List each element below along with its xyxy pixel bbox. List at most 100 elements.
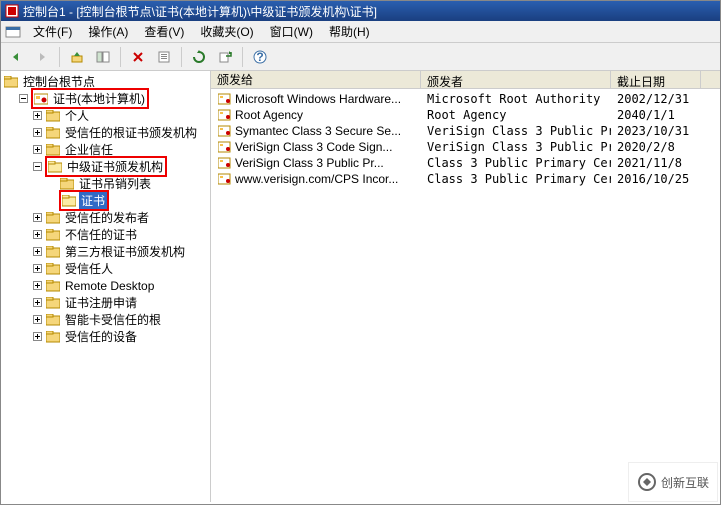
expand-icon[interactable] [31,280,43,292]
up-button[interactable] [66,46,88,68]
folder-icon [45,262,61,276]
col-expiry[interactable]: 截止日期 [611,71,701,88]
tree-untrusted-certs[interactable]: 不信任的证书 [3,226,208,243]
folder-open-icon [47,160,63,174]
tree-intermediate-ca[interactable]: 中级证书颁发机构 [3,158,208,175]
tree-intermediate-label: 中级证书颁发机构 [65,158,165,175]
cell-issued-by: Microsoft Root Authority [421,92,611,106]
toolbar-separator [181,47,182,67]
list-row[interactable]: www.verisign.com/CPS Incor...Class 3 Pub… [211,171,720,187]
tree-3rd-root-label: 第三方根证书颁发机构 [63,243,187,260]
tree-trusted-pub-label: 受信任的发布者 [63,209,151,226]
tree-smartcard-root[interactable]: 智能卡受信任的根 [3,311,208,328]
delete-button[interactable] [127,46,149,68]
highlight-box: 证书 [59,190,109,211]
export-button[interactable] [214,46,236,68]
expand-icon[interactable] [31,331,43,343]
expand-icon[interactable] [31,144,43,156]
list-row[interactable]: Microsoft Windows Hardware... Microsoft R… [211,91,720,107]
cell-expiry: 2016/10/25 [611,172,701,186]
forward-button[interactable] [31,46,53,68]
help-button[interactable]: ? [249,46,271,68]
tree-trusted-publishers[interactable]: 受信任的发布者 [3,209,208,226]
window-menu-icon[interactable] [5,25,21,39]
expand-icon[interactable] [31,212,43,224]
cell-expiry: 2021/11/8 [611,156,701,170]
cell-issued-by: VeriSign Class 3 Public Prim... [421,140,611,154]
tree-certs-label: 证书 [79,192,107,209]
tree-trusted-people[interactable]: 受信任人 [3,260,208,277]
tree-cert-enroll[interactable]: 证书注册申请 [3,294,208,311]
menu-action[interactable]: 操作(A) [80,23,136,40]
certificate-icon [217,108,233,122]
folder-icon [45,330,61,344]
main-area: 控制台根节点 证书(本地计算机) 个人 受信任的根证书颁发机构 [1,71,720,502]
col-issued-by[interactable]: 颁发者 [421,71,611,88]
collapse-icon[interactable] [17,93,29,105]
expand-icon[interactable] [31,110,43,122]
tree-trusted-devices[interactable]: 受信任的设备 [3,328,208,345]
menu-file[interactable]: 文件(F) [25,23,80,40]
menu-help[interactable]: 帮助(H) [321,23,378,40]
tree-personal[interactable]: 个人 [3,107,208,124]
collapse-icon[interactable] [31,161,43,173]
highlight-box: 中级证书颁发机构 [45,156,167,177]
menu-fav[interactable]: 收藏夹(O) [192,23,261,40]
folder-icon [45,245,61,259]
toolbar-separator [242,47,243,67]
list-row[interactable]: Symantec Class 3 Secure Se...VeriSign Cl… [211,123,720,139]
cell-expiry: 2020/2/8 [611,140,701,154]
list-row[interactable]: VeriSign Class 3 Public Pr...Class 3 Pub… [211,155,720,171]
refresh-button[interactable] [188,46,210,68]
tree-certificates[interactable]: 证书 [3,192,208,209]
window-title: 控制台1 - [控制台根节点\证书(本地计算机)\中级证书颁发机构\证书] [23,3,377,20]
tree-remote-label: Remote Desktop [63,279,156,293]
folder-icon [45,279,61,293]
menu-view[interactable]: 查看(V) [136,23,192,40]
expand-icon[interactable] [31,229,43,241]
menu-window[interactable]: 窗口(W) [262,23,321,40]
certificate-icon [217,172,233,186]
properties-button[interactable] [153,46,175,68]
cell-expiry: 2040/1/1 [611,108,701,122]
tree-smartcard-label: 智能卡受信任的根 [63,311,163,328]
folder-icon [45,296,61,310]
expand-icon[interactable] [31,314,43,326]
menu-bar: 文件(F) 操作(A) 查看(V) 收藏夹(O) 窗口(W) 帮助(H) [1,21,720,43]
cell-issued-to: Microsoft Windows Hardware... [235,92,401,106]
folder-open-icon [61,194,77,208]
list-pane: 颁发给 颁发者 截止日期 Microsoft Windows Hardware.… [211,71,720,502]
certificate-icon [217,92,233,106]
col-issued-to[interactable]: 颁发给 [211,71,421,88]
show-hide-tree-button[interactable] [92,46,114,68]
console-root-icon [3,75,19,89]
cell-issued-to: Root Agency [235,108,303,122]
cell-expiry: 2023/10/31 [611,124,701,138]
list-header: 颁发给 颁发者 截止日期 [211,71,720,89]
folder-icon [45,228,61,242]
tree-cert-root[interactable]: 证书(本地计算机) [3,90,208,107]
expand-icon[interactable] [31,246,43,258]
watermark-text: 创新互联 [661,474,709,491]
toolbar-separator [120,47,121,67]
cell-issued-to: Symantec Class 3 Secure Se... [235,124,401,138]
tree: 控制台根节点 证书(本地计算机) 个人 受信任的根证书颁发机构 [3,73,208,345]
tree-trusted-dev-label: 受信任的设备 [63,328,139,345]
back-button[interactable] [5,46,27,68]
tree-remote-desktop[interactable]: Remote Desktop [3,277,208,294]
tree-3rd-party-root[interactable]: 第三方根证书颁发机构 [3,243,208,260]
expand-icon[interactable] [31,263,43,275]
cell-issued-to: www.verisign.com/CPS Incor... [235,172,398,186]
toolbar: ? [1,43,720,71]
folder-icon [45,109,61,123]
cell-issued-by: Class 3 Public Primary Certi... [421,156,611,170]
tree-trusted-root[interactable]: 受信任的根证书颁发机构 [3,124,208,141]
expand-icon[interactable] [31,127,43,139]
expand-icon[interactable] [31,297,43,309]
list-row[interactable]: Root AgencyRoot Agency2040/1/1 [211,107,720,123]
folder-icon [45,313,61,327]
tree-untrusted-label: 不信任的证书 [63,226,139,243]
folder-icon [45,126,61,140]
certificate-icon [217,124,233,138]
list-row[interactable]: VeriSign Class 3 Code Sign...VeriSign Cl… [211,139,720,155]
